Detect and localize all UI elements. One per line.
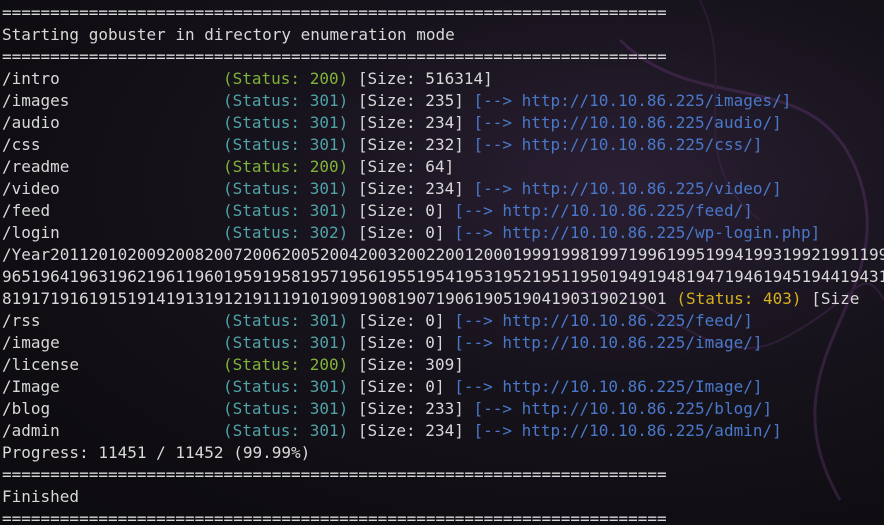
redirect-link[interactable]: [--> http://10.10.86.225/wp-login.php] bbox=[454, 223, 820, 242]
redirect-link[interactable]: [--> http://10.10.86.225/css/] bbox=[473, 135, 762, 154]
status-code: (Status: 301) bbox=[223, 91, 349, 110]
result-path: /admin bbox=[2, 421, 60, 440]
result-row: /login (Status: 302) [Size: 0] [--> http:… bbox=[2, 222, 884, 244]
size-value: [Size: 232] bbox=[357, 135, 464, 154]
result-path: /image bbox=[2, 333, 60, 352]
size-value: [Size: 309] bbox=[357, 355, 464, 374]
status-code: (Status: 301) bbox=[223, 179, 349, 198]
status-code: (Status: 200) bbox=[223, 157, 349, 176]
results-list: /intro (Status: 200) [Size: 516314] /image… bbox=[2, 68, 884, 244]
long-path-line-2: 9651964196319621961196019591958195719561… bbox=[2, 266, 884, 288]
separator-line: ========================================… bbox=[2, 47, 667, 66]
result-row: /rss (Status: 301) [Size: 0] [--> http://… bbox=[2, 310, 884, 332]
separator-line: ========================================… bbox=[2, 509, 667, 525]
redirect-link[interactable]: [--> http://10.10.86.225/feed/] bbox=[454, 311, 753, 330]
long-path-text-end: 1 bbox=[657, 289, 667, 308]
gobuster-header: Starting gobuster in directory enumerati… bbox=[2, 25, 455, 44]
result-path: /video bbox=[2, 179, 60, 198]
long-path-line-1: /Year20112010200920082007200620052004200… bbox=[2, 244, 884, 266]
status-code: (Status: 200) bbox=[223, 69, 349, 88]
status-code: (Status: 200) bbox=[223, 355, 349, 374]
result-row: /video (Status: 301) [Size: 234] [--> htt… bbox=[2, 178, 884, 200]
result-row: /Image (Status: 301) [Size: 0] [--> http:… bbox=[2, 376, 884, 398]
result-path: /license bbox=[2, 355, 80, 374]
redirect-link[interactable]: [--> http://10.10.86.225/feed/] bbox=[454, 201, 753, 220]
result-path: /blog bbox=[2, 399, 51, 418]
status-code: (Status: 302) bbox=[223, 223, 349, 242]
status-code: (Status: 301) bbox=[223, 201, 349, 220]
result-path: /css bbox=[2, 135, 41, 154]
result-row: /audio (Status: 301) [Size: 234] [--> htt… bbox=[2, 112, 884, 134]
long-path-text: 9651964196319621961196019591958195719561… bbox=[2, 267, 884, 286]
result-row: /images (Status: 301) [Size: 235] [--> ht… bbox=[2, 90, 884, 112]
long-path-text: 8191719161915191419131912191119101909190… bbox=[2, 289, 658, 308]
status-code: (Status: 301) bbox=[223, 399, 349, 418]
separator-line: ========================================… bbox=[2, 465, 667, 484]
size-value: [Size: 0] bbox=[357, 311, 445, 330]
result-row: /blog (Status: 301) [Size: 233] [--> http… bbox=[2, 398, 884, 420]
progress-line: Progress: 11451 / 11452 (99.99%) bbox=[2, 443, 311, 462]
result-path: /rss bbox=[2, 311, 41, 330]
status-code: (Status: 301) bbox=[223, 311, 349, 330]
result-path: /audio bbox=[2, 113, 60, 132]
terminal-window[interactable]: ========================================… bbox=[0, 0, 884, 525]
result-row: /readme (Status: 200) [Size: 64] bbox=[2, 156, 884, 178]
size-value: [Size bbox=[811, 289, 860, 308]
size-value: [Size: 0] bbox=[357, 201, 445, 220]
size-value: [Size: 64] bbox=[357, 157, 455, 176]
result-path: /intro bbox=[2, 69, 60, 88]
result-path: /images bbox=[2, 91, 70, 110]
size-value: [Size: 234] bbox=[357, 113, 464, 132]
size-value: [Size: 0] bbox=[357, 223, 445, 242]
size-value: [Size: 233] bbox=[357, 399, 464, 418]
redirect-link[interactable]: [--> http://10.10.86.225/admin/] bbox=[473, 421, 781, 440]
result-row: /image (Status: 301) [Size: 0] [--> http:… bbox=[2, 332, 884, 354]
result-row: /feed (Status: 301) [Size: 0] [--> http:/… bbox=[2, 200, 884, 222]
size-value: [Size: 235] bbox=[357, 91, 464, 110]
redirect-link[interactable]: [--> http://10.10.86.225/images/] bbox=[473, 91, 791, 110]
redirect-link[interactable]: [--> http://10.10.86.225/blog/] bbox=[473, 399, 772, 418]
result-row: /intro (Status: 200) [Size: 516314] bbox=[2, 68, 884, 90]
results-list: /rss (Status: 301) [Size: 0] [--> http://… bbox=[2, 310, 884, 442]
status-code: (Status: 301) bbox=[223, 333, 349, 352]
redirect-link[interactable]: [--> http://10.10.86.225/video/] bbox=[473, 179, 781, 198]
long-path-text: /Year20112010200920082007200620052004200… bbox=[2, 245, 884, 264]
result-path: /readme bbox=[2, 157, 70, 176]
redirect-link[interactable]: [--> http://10.10.86.225/image/] bbox=[454, 333, 762, 352]
result-row: /admin (Status: 301) [Size: 234] [--> htt… bbox=[2, 420, 884, 442]
result-row: /license (Status: 200) [Size: 309] bbox=[2, 354, 884, 376]
status-code: (Status: 301) bbox=[223, 135, 349, 154]
redirect-link[interactable]: [--> http://10.10.86.225/audio/] bbox=[473, 113, 781, 132]
finished-line: Finished bbox=[2, 487, 80, 506]
size-value: [Size: 0] bbox=[357, 333, 445, 352]
result-path: /feed bbox=[2, 201, 51, 220]
result-path: /Image bbox=[2, 377, 60, 396]
size-value: [Size: 516314] bbox=[357, 69, 493, 88]
size-value: [Size: 0] bbox=[357, 377, 445, 396]
status-code: (Status: 403) bbox=[676, 289, 802, 308]
result-row: /css (Status: 301) [Size: 232] [--> http:… bbox=[2, 134, 884, 156]
size-value: [Size: 234] bbox=[357, 421, 464, 440]
status-code: (Status: 301) bbox=[223, 113, 349, 132]
size-value: [Size: 234] bbox=[357, 179, 464, 198]
status-code: (Status: 301) bbox=[223, 377, 349, 396]
status-code: (Status: 301) bbox=[223, 421, 349, 440]
result-path: /login bbox=[2, 223, 60, 242]
separator-line: ========================================… bbox=[2, 3, 667, 22]
redirect-link[interactable]: [--> http://10.10.86.225/Image/] bbox=[454, 377, 762, 396]
long-path-line-3: 8191719161915191419131912191119101909190… bbox=[2, 288, 884, 310]
